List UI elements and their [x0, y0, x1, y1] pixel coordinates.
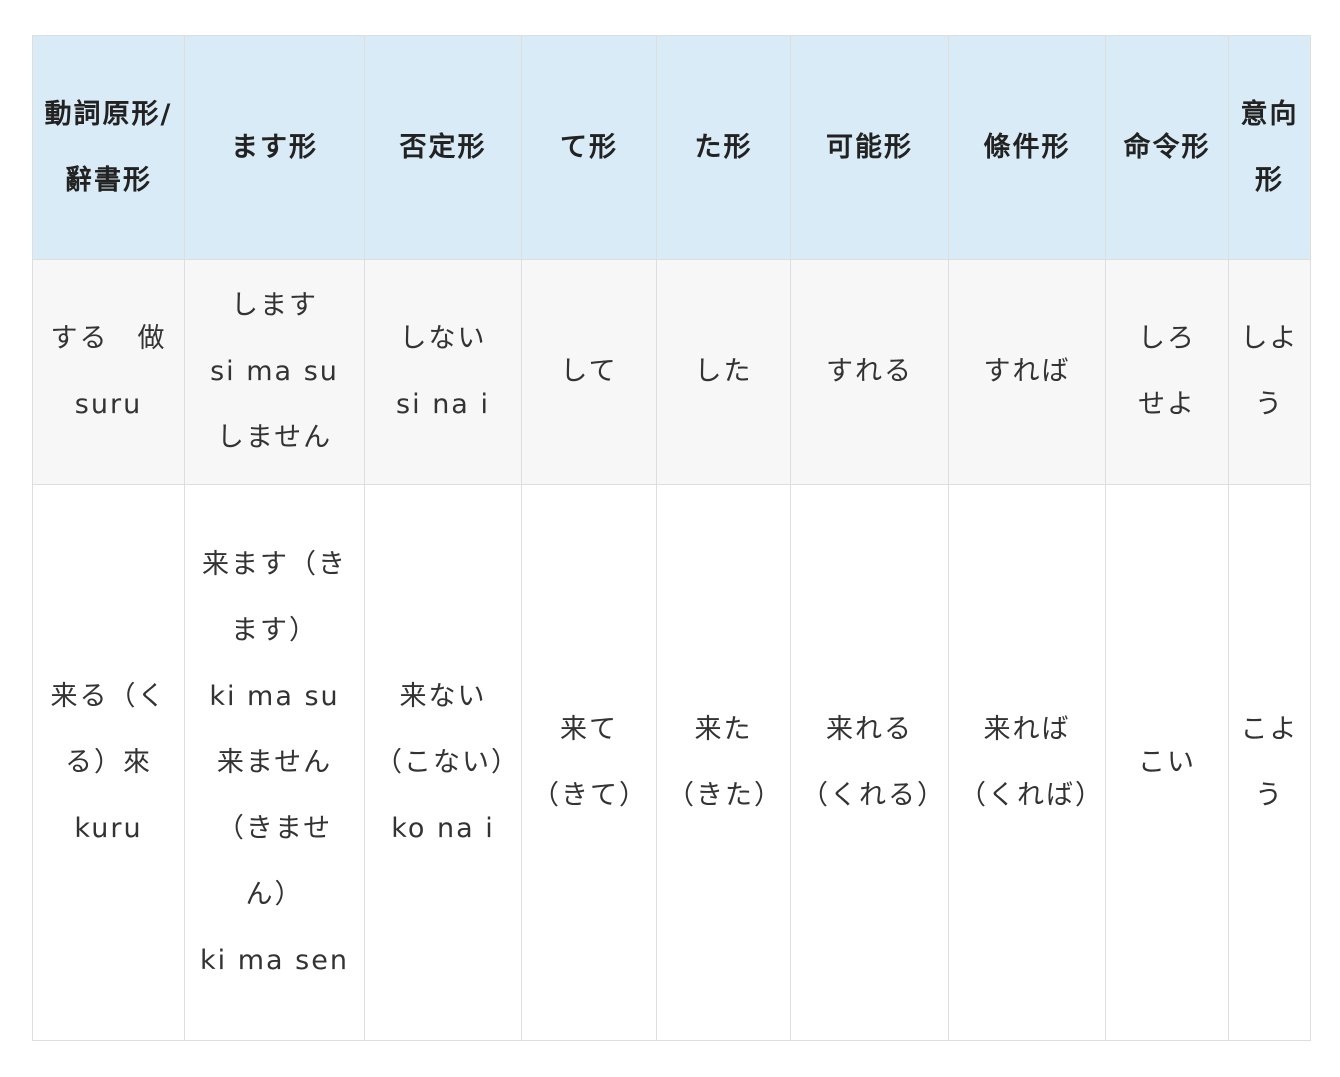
cell-line: 来ない（こない） [375, 680, 520, 778]
cell-line: 来た（きた） [667, 713, 783, 811]
header-imperative-form: 命令形 [1105, 35, 1229, 260]
cell-line: ko na i [391, 812, 495, 844]
cell-volitional-form: こよう [1228, 484, 1311, 1041]
cell-imperative-form: しろ せよ [1105, 259, 1229, 485]
cell-line: si ma su [210, 356, 339, 387]
cell-line: しよう [1240, 323, 1299, 420]
table-row-kuru: 来る（くる）來 kuru 来ます（きます） ki ma su 来ません（きません… [32, 484, 1311, 1041]
cell-line: しろ [1138, 323, 1196, 354]
cell-masu-form: します si ma su しません [184, 259, 365, 485]
cell-line: しません [216, 422, 333, 453]
cell-line: ki ma sen [200, 944, 349, 976]
cell-line: こよう [1240, 713, 1299, 811]
cell-line: 来れる（くれる） [801, 713, 946, 811]
cell-conditional-form: 来れば（くれば） [948, 484, 1106, 1041]
header-row: 動詞原形/辭書形 ます形 否定形 て形 た形 可能形 條件形 命令形 意向形 [32, 35, 1311, 260]
cell-line: して [560, 356, 618, 387]
cell-line: した [694, 356, 753, 387]
cell-line: しない [399, 323, 487, 354]
header-volitional-form: 意向形 [1228, 35, 1311, 260]
header-dictionary-form: 動詞原形/辭書形 [32, 35, 185, 260]
header-potential-form: 可能形 [790, 35, 949, 260]
cell-line: 来れば（くれば） [959, 713, 1104, 811]
cell-dictionary-form: する 做 suru [32, 259, 185, 485]
cell-line: すれば [983, 356, 1071, 387]
cell-line: si na i [396, 389, 490, 420]
cell-negative-form: 来ない（こない） ko na i [364, 484, 522, 1041]
cell-line: すれる [826, 356, 913, 387]
cell-imperative-form: こい [1105, 484, 1229, 1041]
cell-line: ki ma su [209, 680, 340, 712]
cell-line: suru [74, 389, 143, 420]
table-row-suru: する 做 suru します si ma su しません しない si na i … [32, 259, 1311, 485]
header-te-form: て形 [521, 35, 657, 260]
cell-te-form: して [521, 259, 657, 485]
cell-ta-form: した [656, 259, 791, 485]
cell-negative-form: しない si na i [364, 259, 522, 485]
cell-line: 来ます（きます） [202, 548, 347, 646]
cell-line: kuru [74, 812, 143, 844]
cell-conditional-form: すれば [948, 259, 1106, 485]
cell-potential-form: すれる [790, 259, 949, 485]
cell-line: こい [1138, 746, 1196, 778]
cell-line: 来る（くる）來 [50, 680, 167, 778]
header-ta-form: た形 [656, 35, 791, 260]
cell-potential-form: 来れる（くれる） [790, 484, 949, 1041]
cell-line: します [231, 290, 318, 321]
header-masu-form: ます形 [184, 35, 365, 260]
header-conditional-form: 條件形 [948, 35, 1106, 260]
cell-masu-form: 来ます（きます） ki ma su 来ません（きません） ki ma sen [184, 484, 365, 1041]
header-negative-form: 否定形 [364, 35, 522, 260]
cell-line: する 做 [50, 323, 167, 354]
cell-ta-form: 来た（きた） [656, 484, 791, 1041]
cell-dictionary-form: 来る（くる）來 kuru [32, 484, 185, 1041]
cell-te-form: 来て（きて） [521, 484, 657, 1041]
verb-conjugation-table: 動詞原形/辭書形 ます形 否定形 て形 た形 可能形 條件形 命令形 意向形 す… [32, 35, 1311, 1041]
cell-line: 来ません（きません） [216, 746, 333, 910]
cell-volitional-form: しよう [1228, 259, 1311, 485]
cell-line: 来て（きて） [532, 713, 648, 811]
cell-line: せよ [1138, 389, 1196, 420]
